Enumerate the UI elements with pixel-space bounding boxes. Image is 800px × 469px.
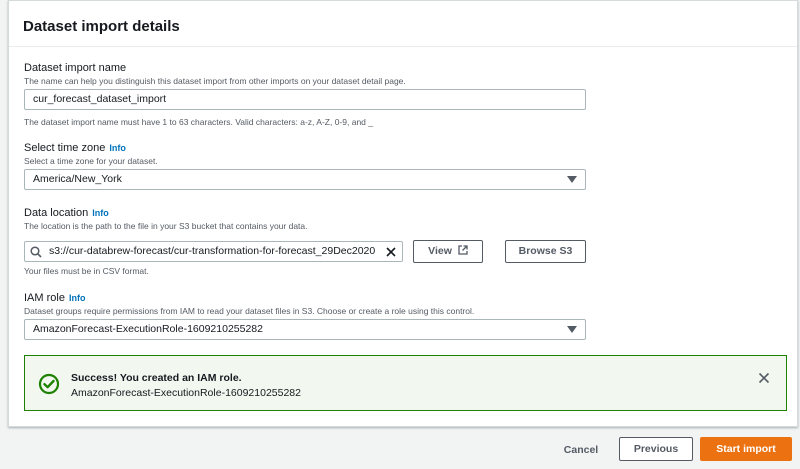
alert-body: AmazonForecast-ExecutionRole-16092102552… bbox=[71, 387, 301, 399]
data-location-info-link[interactable]: Info bbox=[92, 208, 109, 218]
s3-path-input[interactable]: s3://cur-databrew-forecast/cur-transform… bbox=[24, 241, 403, 262]
dataset-import-panel: Dataset import details Dataset import na… bbox=[8, 0, 798, 427]
search-icon bbox=[30, 246, 42, 258]
iam-role-info-link[interactable]: Info bbox=[69, 293, 86, 303]
import-name-label: Dataset import name bbox=[24, 62, 127, 74]
time-zone-label-text: Select time zone bbox=[24, 142, 106, 154]
data-location-label-text: Data location bbox=[24, 207, 89, 219]
success-check-icon bbox=[38, 373, 60, 395]
iam-role-description: Dataset groups require permissions from … bbox=[24, 306, 475, 316]
success-alert: Success! You created an IAM role. Amazon… bbox=[24, 355, 787, 411]
s3-path-value: s3://cur-databrew-forecast/cur-transform… bbox=[49, 245, 376, 257]
time-zone-label: Select time zone Info bbox=[24, 142, 126, 154]
external-link-icon bbox=[458, 245, 468, 255]
start-import-button[interactable]: Start import bbox=[700, 437, 792, 461]
time-zone-select[interactable]: America/New_York bbox=[24, 169, 586, 190]
data-location-label: Data location Info bbox=[24, 207, 109, 219]
close-icon[interactable] bbox=[758, 372, 770, 384]
time-zone-description: Select a time zone for your dataset. bbox=[24, 156, 158, 166]
panel-header: Dataset import details bbox=[9, 1, 797, 47]
import-name-constraint: The dataset import name must have 1 to 6… bbox=[24, 117, 373, 127]
caret-down-icon bbox=[567, 176, 577, 183]
caret-down-icon bbox=[567, 326, 577, 333]
previous-button[interactable]: Previous bbox=[619, 437, 693, 461]
view-button[interactable]: View bbox=[413, 240, 483, 263]
time-zone-selected-value: America/New_York bbox=[33, 173, 122, 185]
cancel-button[interactable]: Cancel bbox=[557, 442, 605, 458]
import-name-description: The name can help you distinguish this d… bbox=[24, 76, 406, 86]
view-button-label: View bbox=[428, 245, 452, 257]
data-location-constraint: Your files must be in CSV format. bbox=[24, 266, 149, 276]
browse-s3-button[interactable]: Browse S3 bbox=[505, 240, 586, 263]
iam-role-selected-value: AmazonForecast-ExecutionRole-16092102552… bbox=[33, 323, 263, 335]
iam-role-label-text: IAM role bbox=[24, 292, 65, 304]
iam-role-select[interactable]: AmazonForecast-ExecutionRole-16092102552… bbox=[24, 319, 586, 340]
clear-icon[interactable] bbox=[385, 246, 397, 258]
data-location-description: The location is the path to the file in … bbox=[24, 221, 308, 231]
import-name-input[interactable]: cur_forecast_dataset_import bbox=[24, 89, 586, 110]
time-zone-info-link[interactable]: Info bbox=[109, 143, 126, 153]
panel-title: Dataset import details bbox=[23, 18, 180, 35]
iam-role-label: IAM role Info bbox=[24, 292, 85, 304]
alert-title: Success! You created an IAM role. bbox=[71, 372, 242, 384]
